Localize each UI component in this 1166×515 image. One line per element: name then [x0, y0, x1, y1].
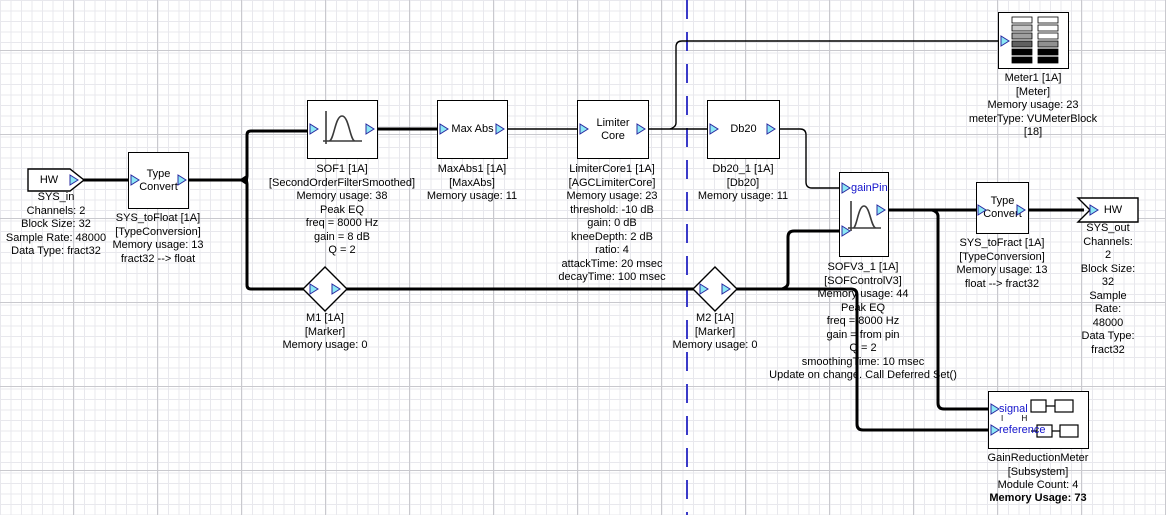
signal-pin[interactable]	[990, 403, 1000, 415]
input-pin[interactable]	[309, 283, 319, 295]
m1-caption: M1 [1A] [Marker] Memory usage: 0	[283, 312, 368, 353]
sys-to-float-caption: SYS_toFloat [1A] [TypeConversion] Memory…	[112, 212, 203, 266]
sys-out-caption: SYS_out Channels: 2 Block Size: 32 Sampl…	[1079, 222, 1137, 357]
gain-pin-label: gainPin	[851, 182, 888, 194]
input-pin[interactable]	[579, 123, 589, 135]
input-pin[interactable]	[709, 123, 719, 135]
output-pin[interactable]	[177, 174, 187, 186]
subsystem-thumbnail-icon	[1029, 398, 1087, 446]
gain-reduction-meter-caption: GainReductionMeter [Subsystem] Module Co…	[988, 452, 1089, 493]
sys-in-caption: SYS_in Channels: 2 Block Size: 32 Sample…	[6, 191, 106, 259]
sofv3-caption: SOFV3_1 [1A] [SOFControlV3] Memory usage…	[769, 261, 957, 383]
hw-input-label: HW	[27, 168, 71, 192]
schematic-canvas[interactable]: HW SYS_in Channels: 2 Block Size: 32 Sam…	[0, 0, 1166, 515]
meter-caption: Meter1 [1A] [Meter] Memory usage: 23 met…	[967, 72, 1100, 140]
gain-reduction-meter-memory: Memory Usage: 73	[989, 492, 1086, 506]
gain-pin[interactable]	[841, 182, 851, 194]
output-pin[interactable]	[636, 123, 646, 135]
sys-to-fract-caption: SYS_toFract [1A] [TypeConversion] Memory…	[956, 237, 1047, 291]
output-pin[interactable]	[1016, 204, 1026, 216]
reference-pin-label: reference	[999, 424, 1045, 436]
input-pin[interactable]	[841, 225, 851, 237]
signal-pin-label: signal	[999, 403, 1028, 415]
input-pin[interactable]	[1000, 35, 1010, 47]
sof1-caption: SOF1 [1A] [SecondOrderFilterSmoothed] Me…	[269, 163, 415, 258]
filter-curve-icon	[318, 108, 366, 150]
limiter-core-caption: LimiterCore1 [1A] [AGCLimiterCore] Memor…	[558, 163, 665, 285]
subsystem-module-marks: I H	[1001, 414, 1035, 423]
m2-caption: M2 [1A] [Marker] Memory usage: 0	[673, 312, 758, 353]
output-pin[interactable]	[495, 123, 505, 135]
gain-reduction-meter-block[interactable]: I H	[988, 391, 1089, 449]
output-pin[interactable]	[876, 204, 886, 216]
input-pin[interactable]	[977, 204, 987, 216]
maxabs-caption: MaxAbs1 [1A] [MaxAbs] Memory usage: 11	[427, 163, 517, 204]
input-pin[interactable]	[130, 174, 140, 186]
output-pin[interactable]	[331, 283, 341, 295]
db20-caption: Db20_1 [1A] [Db20] Memory usage: 11	[698, 163, 788, 204]
input-pin[interactable]	[309, 123, 319, 135]
input-pin[interactable]	[699, 283, 709, 295]
input-pin[interactable]	[439, 123, 449, 135]
output-pin[interactable]	[365, 123, 375, 135]
output-pin[interactable]	[69, 174, 79, 186]
output-pin[interactable]	[766, 123, 776, 135]
input-pin[interactable]	[1089, 204, 1099, 216]
reference-pin[interactable]	[990, 424, 1000, 436]
output-pin[interactable]	[721, 283, 731, 295]
wire-junction	[239, 174, 248, 186]
